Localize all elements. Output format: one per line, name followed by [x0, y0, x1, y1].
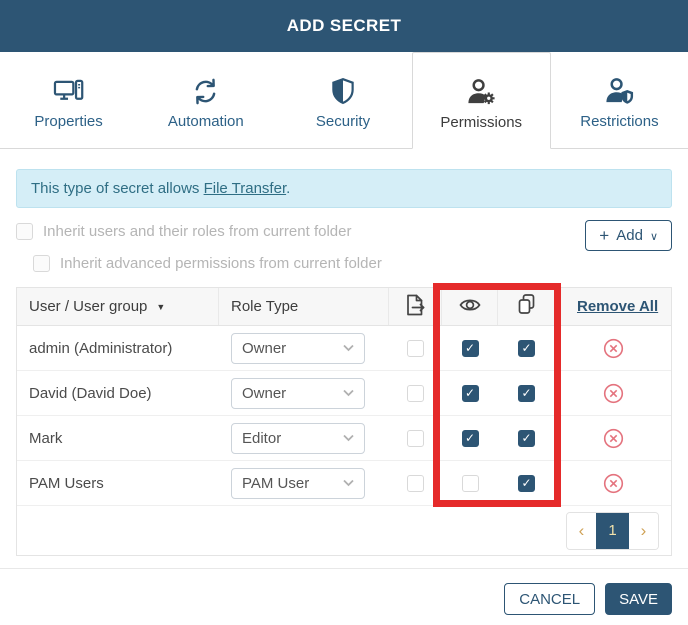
remove-row-icon[interactable] — [603, 473, 624, 494]
permissions-table: User / User group ▼ Role Type — [16, 287, 672, 556]
copy-column-header — [498, 288, 555, 325]
copy-icon — [515, 293, 538, 320]
pagination-next-icon[interactable]: › — [629, 513, 658, 549]
file-transfer-link[interactable]: File Transfer — [204, 180, 287, 197]
copy-checkbox[interactable]: ✓ — [518, 430, 535, 447]
view-checkbox[interactable]: ✓ — [462, 340, 479, 357]
user-name: PAM Users — [17, 475, 219, 492]
inherit-users-option: Inherit users and their roles from curre… — [16, 223, 672, 240]
add-button[interactable]: + Add ∨ — [585, 220, 672, 251]
role-select[interactable]: Owner — [231, 378, 365, 409]
chevron-down-icon — [343, 479, 354, 487]
cancel-button[interactable]: CANCEL — [504, 583, 595, 615]
file-transfer-checkbox[interactable] — [407, 475, 424, 492]
tab-label: Security — [316, 113, 370, 130]
chevron-down-icon — [343, 434, 354, 442]
tab-label: Permissions — [440, 114, 522, 131]
pagination: ‹ 1 › — [566, 512, 659, 550]
banner-text-end: . — [286, 180, 290, 197]
role-select-value: Owner — [242, 385, 286, 402]
dialog-footer: CANCEL SAVE — [0, 569, 688, 615]
role-select[interactable]: PAM User — [231, 468, 365, 499]
user-name: David (David Doe) — [17, 385, 219, 402]
role-select-value: Owner — [242, 340, 286, 357]
copy-checkbox[interactable]: ✓ — [518, 340, 535, 357]
copy-checkbox[interactable]: ✓ — [518, 475, 535, 492]
view-checkbox[interactable] — [462, 475, 479, 492]
tab-label: Properties — [34, 113, 102, 130]
file-transfer-checkbox[interactable] — [407, 385, 424, 402]
remove-row-icon[interactable] — [603, 428, 624, 449]
remove-all-column-header: Remove All — [555, 288, 671, 325]
table-header: User / User group ▼ Role Type — [17, 288, 671, 326]
shield-icon — [329, 74, 357, 106]
inherit-options: Inherit users and their roles from curre… — [16, 223, 672, 272]
add-button-label: Add — [616, 227, 643, 244]
file-transfer-checkbox[interactable] — [407, 340, 424, 357]
view-column-header — [442, 288, 498, 325]
view-checkbox[interactable]: ✓ — [462, 430, 479, 447]
tab-label: Restrictions — [580, 113, 658, 130]
tab-security[interactable]: Security — [274, 52, 411, 148]
role-column-header: Role Type — [219, 288, 389, 325]
inherit-users-checkbox[interactable] — [16, 223, 33, 240]
chevron-down-icon: ∨ — [650, 230, 658, 243]
table-row: Mark Editor ✓ ✓ — [17, 416, 671, 461]
role-select-value: PAM User — [242, 475, 309, 492]
file-export-icon — [403, 293, 427, 321]
banner-text: This type of secret allows — [31, 180, 204, 197]
view-checkbox[interactable]: ✓ — [462, 385, 479, 402]
remove-all-link[interactable]: Remove All — [577, 298, 658, 315]
add-secret-dialog: ADD SECRET Properties — [0, 0, 688, 625]
tab-automation[interactable]: Automation — [137, 52, 274, 148]
chevron-down-icon — [343, 389, 354, 397]
tab-label: Automation — [168, 113, 244, 130]
table-body: admin (Administrator)Owner✓✓David (David… — [17, 326, 671, 506]
role-select[interactable]: Editor — [231, 423, 365, 454]
user-column-header[interactable]: User / User group ▼ — [17, 288, 219, 325]
copy-checkbox[interactable]: ✓ — [518, 385, 535, 402]
info-banner: This type of secret allows File Transfer… — [16, 169, 672, 208]
table-row: PAM Users PAM User ✓ — [17, 461, 671, 506]
user-gear-icon — [466, 75, 497, 107]
table-row: David (David Doe) Owner ✓ ✓ — [17, 371, 671, 416]
role-select[interactable]: Owner — [231, 333, 365, 364]
dialog-title: ADD SECRET — [287, 16, 402, 36]
plus-icon: + — [599, 227, 609, 244]
pagination-prev-icon[interactable]: ‹ — [567, 513, 596, 549]
user-name: Mark — [17, 430, 219, 447]
user-name: admin (Administrator) — [17, 340, 219, 357]
sort-caret-icon: ▼ — [156, 302, 165, 312]
tab-properties[interactable]: Properties — [0, 52, 137, 148]
remove-row-icon[interactable] — [603, 383, 624, 404]
dialog-header: ADD SECRET — [0, 0, 688, 52]
remove-row-icon[interactable] — [603, 338, 624, 359]
table-footer: ‹ 1 › — [17, 506, 671, 555]
table-row: admin (Administrator) Owner ✓ ✓ — [17, 326, 671, 371]
tab-restrictions[interactable]: Restrictions — [551, 52, 688, 148]
monitor-icon — [53, 74, 84, 106]
file-transfer-checkbox[interactable] — [407, 430, 424, 447]
pagination-page-current[interactable]: 1 — [596, 513, 629, 549]
inherit-advanced-option: Inherit advanced permissions from curren… — [33, 255, 672, 272]
save-button[interactable]: SAVE — [605, 583, 672, 615]
inherit-advanced-checkbox[interactable] — [33, 255, 50, 272]
file-transfer-column-header — [389, 288, 442, 325]
role-select-value: Editor — [242, 430, 281, 447]
inherit-users-label: Inherit users and their roles from curre… — [43, 223, 351, 240]
chevron-down-icon — [343, 344, 354, 352]
user-shield-icon — [604, 74, 635, 106]
inherit-advanced-label: Inherit advanced permissions from curren… — [60, 255, 382, 272]
tab-bar: Properties Automation — [0, 52, 688, 149]
eye-icon — [458, 294, 482, 320]
sync-icon — [191, 74, 220, 106]
tab-permissions[interactable]: Permissions — [412, 52, 551, 149]
